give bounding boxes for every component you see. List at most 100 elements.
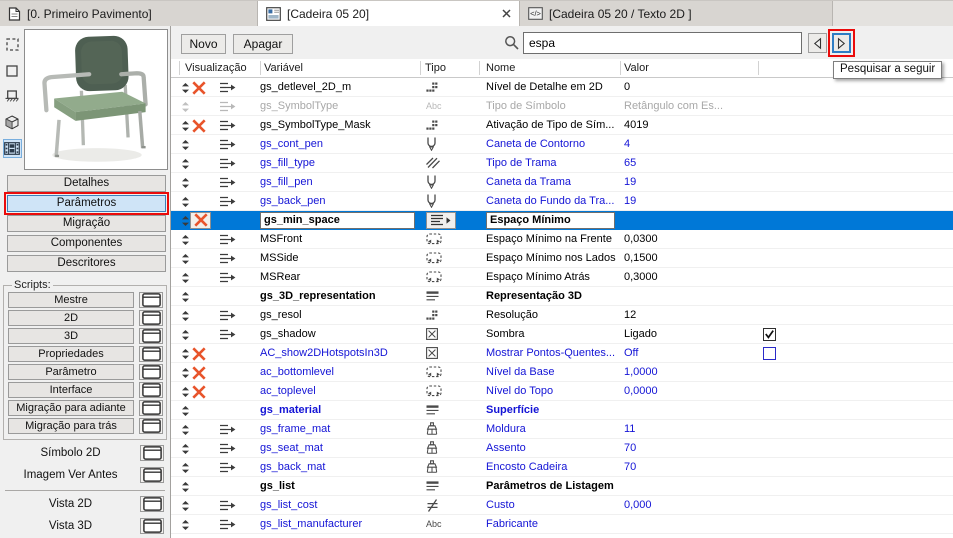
plan-square-icon[interactable] [3,61,22,80]
parameter-name[interactable]: Tipo de Trama [479,157,620,169]
parameter-row[interactable]: gs_cont_pen Caneta de Contorno 4 [171,135,953,154]
hotspot-square-icon[interactable] [3,35,22,54]
col-header-nome[interactable]: Nome [486,62,515,74]
bool-type-icon[interactable] [420,328,479,340]
length-type-icon[interactable] [420,366,479,378]
bool-type-icon[interactable] [420,347,479,359]
reorder-updown-icon[interactable] [181,101,190,116]
parameter-value[interactable]: 0,3000 [620,271,758,283]
script-button-interface[interactable]: Interface [8,382,134,398]
pen-type-icon[interactable] [420,194,479,208]
parameter-row[interactable]: gs_list Parâmetros de Listagem [171,477,953,496]
parameter-row[interactable]: AC_show2DHotspotsIn3D Mostrar Pontos-Que… [171,344,953,363]
open-window-icon[interactable] [139,382,163,398]
panel-button-componentes[interactable]: Componentes [7,235,166,252]
parameter-name[interactable]: Superfície [479,404,620,416]
parameter-variable[interactable]: gs_fill_type [260,157,420,169]
parameter-value[interactable]: 0,000 [620,499,758,511]
pen-type-icon[interactable] [420,175,479,189]
reorder-updown-icon[interactable] [181,424,190,439]
delete-parameter-button[interactable]: Apagar [233,34,293,54]
parameter-name[interactable]: Espaço Mínimo [479,211,620,229]
length-type-icon[interactable] [420,271,479,283]
parameter-variable[interactable]: MSFront [260,233,420,245]
parameter-name[interactable]: Ativação de Tipo de Sím... [479,119,620,131]
parameter-value[interactable]: 12 [620,309,758,321]
preview-film-icon[interactable] [2,139,22,158]
search-input[interactable] [523,32,802,54]
parameter-value[interactable]: 19 [620,195,758,207]
parameter-name[interactable]: Moldura [479,423,620,435]
abc-type-icon[interactable]: Abc [420,101,479,111]
parameter-variable[interactable]: MSRear [260,271,420,283]
panel-button-descritores[interactable]: Descritores [7,255,166,272]
open-window-icon[interactable] [140,467,164,483]
parameter-value[interactable]: 4019 [620,119,758,131]
parameter-value[interactable]: 65 [620,157,758,169]
parameter-value[interactable]: 0,1500 [620,252,758,264]
open-window-icon[interactable] [139,346,163,362]
parameter-row[interactable] [171,534,953,538]
reorder-updown-icon[interactable] [181,519,190,534]
parameter-variable[interactable]: gs_list_manufacturer [260,518,420,530]
open-window-icon[interactable] [140,518,164,534]
reorder-updown-icon[interactable] [181,139,190,154]
open-window-icon[interactable] [140,445,164,461]
parameter-row[interactable]: MSFront Espaço Mínimo na Frente 0,0300 [171,230,953,249]
parameter-row[interactable]: gs_seat_mat Assento 70 [171,439,953,458]
integer-type-icon[interactable] [420,310,479,321]
parameter-variable[interactable]: gs_min_space [260,211,420,229]
open-window-icon[interactable] [139,364,163,380]
reorder-updown-icon[interactable] [181,443,190,458]
elevation-icon[interactable] [3,87,22,106]
hidden-parameter-x-icon[interactable] [190,211,211,229]
variable-edit-field[interactable]: gs_min_space [260,211,415,229]
reorder-updown-icon[interactable] [181,462,190,477]
parameter-row[interactable]: gs_detlevel_2D_m Nível de Detalhe em 2D … [171,78,953,97]
parameter-row[interactable]: ac_toplevel Nível do Topo 0,0000 [171,382,953,401]
reorder-updown-icon[interactable] [181,272,190,287]
tab-floor-plan[interactable]: [0. Primeiro Pavimento] [0,1,258,26]
script-button-migra-o-para-adiante[interactable]: Migração para adiante [8,400,134,416]
parameter-name[interactable]: Nível de Detalhe em 2D [479,81,620,93]
pen-type-icon[interactable] [420,137,479,151]
reorder-updown-icon[interactable] [181,481,190,496]
parameter-name[interactable]: Assento [479,442,620,454]
reorder-updown-icon[interactable] [181,405,190,420]
integer-type-icon[interactable] [420,120,479,131]
parameter-row[interactable]: gs_3D_representation Representação 3D [171,287,953,306]
parameter-name[interactable]: Representação 3D [479,290,620,302]
parameter-value[interactable]: 0 [620,81,758,93]
parameter-value[interactable]: Ligado [620,328,758,340]
parameter-name[interactable]: Custo [479,499,620,511]
parameter-name[interactable]: Resolução [479,309,620,321]
parameter-variable[interactable]: gs_cont_pen [260,138,420,150]
reorder-updown-icon[interactable] [181,215,190,230]
parameter-name[interactable]: Sombra [479,328,620,340]
reorder-updown-icon[interactable] [181,291,190,306]
reorder-updown-icon[interactable] [181,196,190,211]
parameter-row[interactable]: gs_list_manufacturer Abc Fabricante [171,515,953,534]
parameter-variable[interactable]: gs_material [260,404,420,416]
length-type-icon[interactable] [420,233,479,245]
parameter-name[interactable]: Espaço Mínimo Atrás [479,271,620,283]
parameter-variable[interactable]: gs_shadow [260,328,420,340]
script-button-par-metro[interactable]: Parâmetro [8,364,134,380]
parameter-value[interactable]: 70 [620,461,758,473]
parameter-value[interactable]: 0,0300 [620,233,758,245]
parameter-row[interactable]: MSSide Espaço Mínimo nos Lados 0,1500 [171,249,953,268]
parameter-variable[interactable]: gs_seat_mat [260,442,420,454]
parameter-row[interactable]: gs_fill_type Tipo de Trama 65 [171,154,953,173]
col-header-tipo[interactable]: Tipo [425,62,446,74]
parameter-name[interactable]: Espaço Mínimo na Frente [479,233,620,245]
parameter-variable[interactable]: gs_back_mat [260,461,420,473]
parameter-name[interactable]: Encosto Cadeira [479,461,620,473]
hidden-parameter-x-icon[interactable] [192,118,206,136]
parameter-name[interactable]: Mostrar Pontos-Quentes... [479,347,620,359]
title-type-icon[interactable] [420,481,479,491]
parameter-variable[interactable]: gs_resol [260,309,420,321]
parameter-variable[interactable]: gs_3D_representation [260,290,420,302]
parameter-name[interactable]: Tipo de Símbolo [479,100,620,112]
parameter-name[interactable]: Fabricante [479,518,620,530]
reorder-updown-icon[interactable] [181,234,190,249]
